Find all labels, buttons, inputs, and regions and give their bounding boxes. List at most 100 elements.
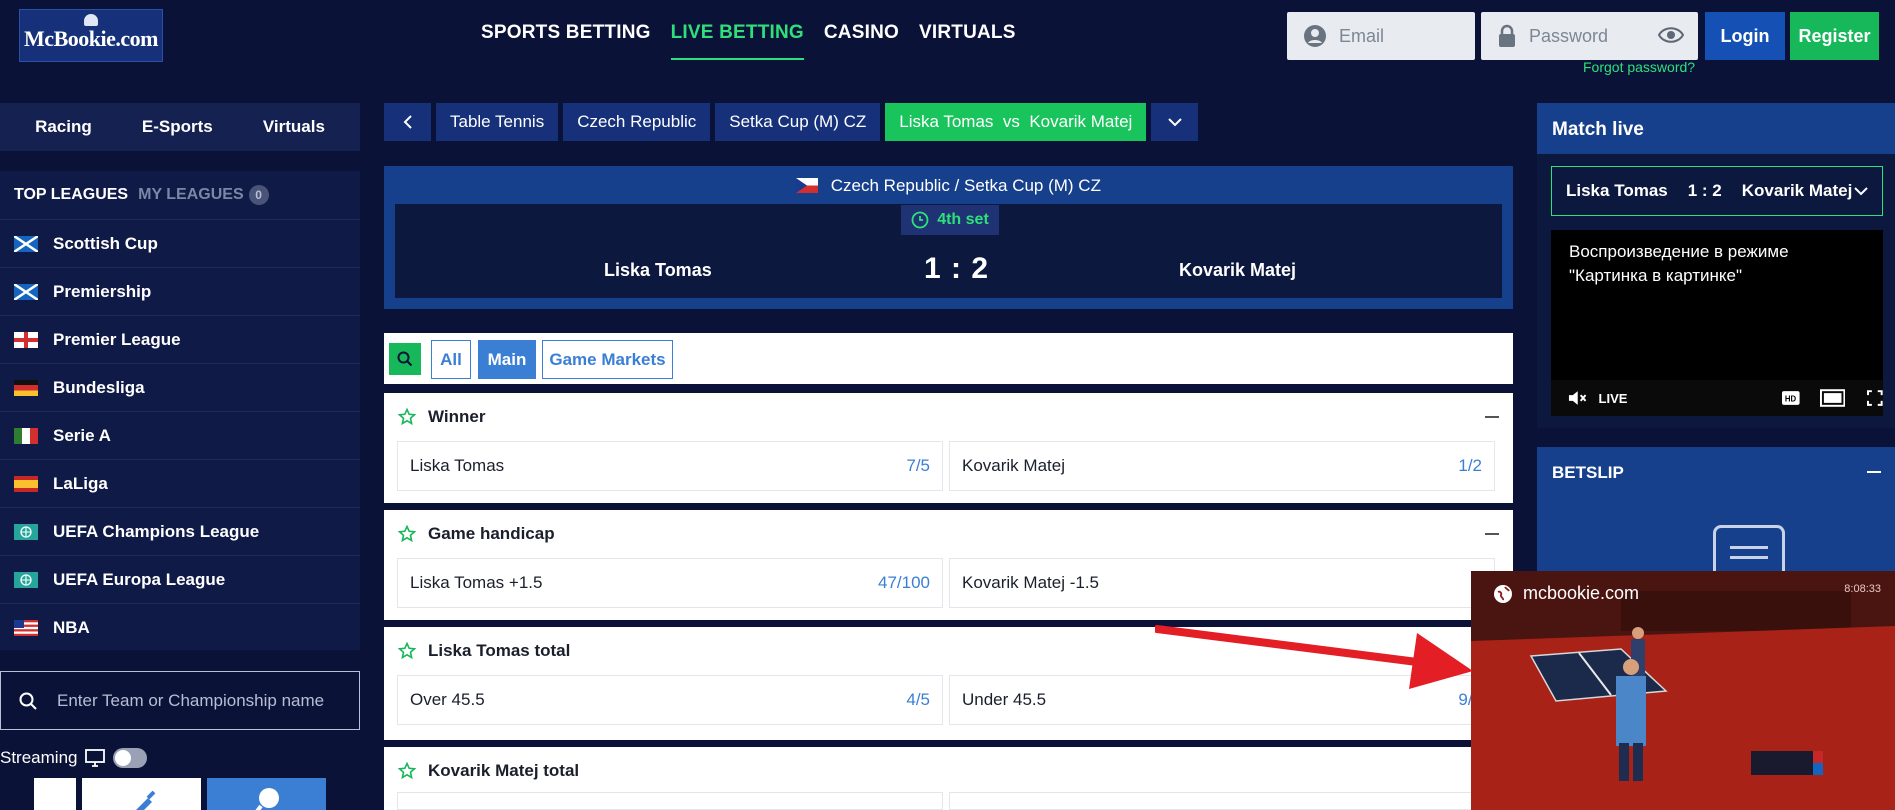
collapse-icon[interactable] xyxy=(1485,533,1499,535)
mcbookie-logo[interactable]: McBookie.com xyxy=(19,9,163,62)
england-flag-icon xyxy=(14,331,38,348)
market-title: Liska Tomas total xyxy=(428,641,571,660)
cricket-tile[interactable] xyxy=(82,778,201,810)
league-label: Bundesliga xyxy=(53,377,145,397)
email-placeholder: Email xyxy=(1339,25,1385,46)
odds-button-away[interactable]: Kovarik Matej 1/2 xyxy=(949,441,1495,491)
pip-message: Воспроизведение в режиме "Картинка в кар… xyxy=(1569,242,1789,285)
fullscreen-icon[interactable] xyxy=(1867,390,1883,406)
minimize-icon[interactable] xyxy=(1867,471,1881,473)
pip-video-window[interactable]: mcbookie.com 8:08:33 xyxy=(1471,571,1895,810)
odds-row xyxy=(397,792,1495,810)
selection-label: Under 45.5 xyxy=(962,690,1047,709)
breadcrumb-country[interactable]: Czech Republic xyxy=(563,103,711,141)
league-label: Scottish Cup xyxy=(53,233,158,253)
breadcrumb-more-button[interactable] xyxy=(1151,103,1199,141)
league-item-premiership[interactable]: Premiership xyxy=(0,267,360,315)
clock-icon xyxy=(911,211,929,229)
breadcrumb-competition[interactable]: Setka Cup (M) CZ xyxy=(715,103,881,141)
competition-label: Czech Republic / Setka Cup (M) CZ xyxy=(830,176,1101,195)
odds-button-over[interactable]: Over 45.5 4/5 xyxy=(397,675,943,725)
league-item-serie-a[interactable]: Serie A xyxy=(0,411,360,459)
star-icon[interactable] xyxy=(398,525,416,543)
hd-icon[interactable]: HD xyxy=(1782,391,1800,405)
user-icon xyxy=(1304,25,1326,47)
my-leagues-count: 0 xyxy=(248,185,269,205)
globe-icon xyxy=(1494,584,1512,603)
mute-icon[interactable] xyxy=(1567,389,1587,407)
odds-button-over[interactable] xyxy=(397,792,943,810)
login-button[interactable]: Login xyxy=(1705,12,1785,60)
star-icon[interactable] xyxy=(398,762,416,780)
league-item-scottish-cup[interactable]: Scottish Cup xyxy=(0,219,360,267)
lock-icon xyxy=(1499,24,1515,47)
sport-tiles xyxy=(34,778,326,810)
league-item-nba[interactable]: NBA xyxy=(0,603,360,651)
selection-price: 1/2 xyxy=(1458,456,1482,475)
market-header[interactable]: Game handicap xyxy=(384,510,1513,558)
period-label: 4th set xyxy=(937,211,989,228)
star-icon[interactable] xyxy=(398,642,416,660)
annotation-arrow xyxy=(1155,625,1473,689)
forgot-password-link[interactable]: Forgot password? xyxy=(1583,59,1695,75)
odds-button-home[interactable]: Liska Tomas 7/5 xyxy=(397,441,943,491)
nav-sports-betting[interactable]: SPORTS BETTING xyxy=(481,22,651,60)
tab-top-leagues[interactable]: TOP LEAGUES xyxy=(14,186,128,204)
search-icon xyxy=(19,692,37,710)
scotland-flag-icon xyxy=(14,283,38,300)
betslip-title: BETSLIP xyxy=(1552,463,1624,482)
match-away: Kovarik Matej xyxy=(1741,181,1853,200)
market-title: Winner xyxy=(428,407,486,426)
market-title: Game handicap xyxy=(428,524,555,543)
filter-main[interactable]: Main xyxy=(478,340,536,379)
market-search-button[interactable] xyxy=(389,343,421,375)
market-header[interactable]: Winner xyxy=(384,393,1513,441)
register-button[interactable]: Register xyxy=(1790,12,1879,60)
table-tennis-tile[interactable] xyxy=(207,778,326,810)
match-home: Liska Tomas xyxy=(1566,181,1668,200)
odds-button-home[interactable]: Liska Tomas +1.5 47/100 xyxy=(397,558,943,608)
back-button[interactable] xyxy=(384,103,431,141)
collapse-icon[interactable] xyxy=(1485,416,1499,418)
league-label: Serie A xyxy=(53,425,111,445)
email-field[interactable]: Email xyxy=(1287,12,1475,60)
league-item-laliga[interactable]: LaLiga xyxy=(0,459,360,507)
nav-virtuals[interactable]: VIRTUALS xyxy=(919,22,1016,60)
breadcrumb-match[interactable]: Liska Tomas vs Kovarik Matej xyxy=(885,103,1147,141)
streaming-toggle[interactable] xyxy=(113,748,148,768)
filter-all[interactable]: All xyxy=(431,340,471,379)
nav-casino[interactable]: CASINO xyxy=(824,22,899,60)
live-video-player[interactable]: Воспроизведение в режиме "Картинка в кар… xyxy=(1551,230,1883,416)
team-search-input[interactable] xyxy=(57,690,337,711)
league-item-uefa-europa-league[interactable]: UEFA Europa League xyxy=(0,555,360,603)
league-item-premier-league[interactable]: Premier League xyxy=(0,315,360,363)
live-label: LIVE xyxy=(1598,390,1628,406)
scotland-flag-icon xyxy=(14,235,38,252)
category-esports[interactable]: E-Sports xyxy=(142,117,213,137)
league-item-bundesliga[interactable]: Bundesliga xyxy=(0,363,360,411)
odds-button-away[interactable]: Kovarik Matej -1.56 xyxy=(949,558,1495,608)
sport-tile[interactable] xyxy=(34,778,76,810)
breadcrumb: Table Tennis Czech Republic Setka Cup (M… xyxy=(384,103,1199,141)
filter-game-markets[interactable]: Game Markets xyxy=(542,340,673,379)
team-search-field[interactable] xyxy=(0,671,360,730)
star-icon[interactable] xyxy=(398,408,416,426)
category-racing[interactable]: Racing xyxy=(35,117,92,137)
eye-icon[interactable] xyxy=(1658,26,1684,44)
crest-icon xyxy=(84,14,98,26)
category-virtuals[interactable]: Virtuals xyxy=(263,117,325,137)
market-header[interactable]: Kovarik Matej total xyxy=(384,747,1513,795)
league-item-uefa-champions-league[interactable]: UEFA Champions League xyxy=(0,507,360,555)
password-field[interactable]: Password xyxy=(1481,12,1698,60)
theater-mode-icon[interactable] xyxy=(1820,389,1846,407)
odds-button-under[interactable] xyxy=(949,792,1495,810)
breadcrumb-sport[interactable]: Table Tennis xyxy=(436,103,559,141)
scoreboard: Czech Republic / Setka Cup (M) CZ 4th se… xyxy=(384,166,1513,309)
tab-my-leagues[interactable]: MY LEAGUES 0 xyxy=(138,185,269,205)
nav-live-betting[interactable]: LIVE BETTING xyxy=(670,22,804,60)
match-selector[interactable]: Liska Tomas 1 : 2 Kovarik Matej xyxy=(1551,166,1883,216)
germany-flag-icon xyxy=(14,379,38,396)
league-label: LaLiga xyxy=(53,473,108,493)
selection-label: Kovarik Matej -1.5 xyxy=(962,573,1099,592)
video-controls: LIVE HD xyxy=(1551,380,1883,416)
